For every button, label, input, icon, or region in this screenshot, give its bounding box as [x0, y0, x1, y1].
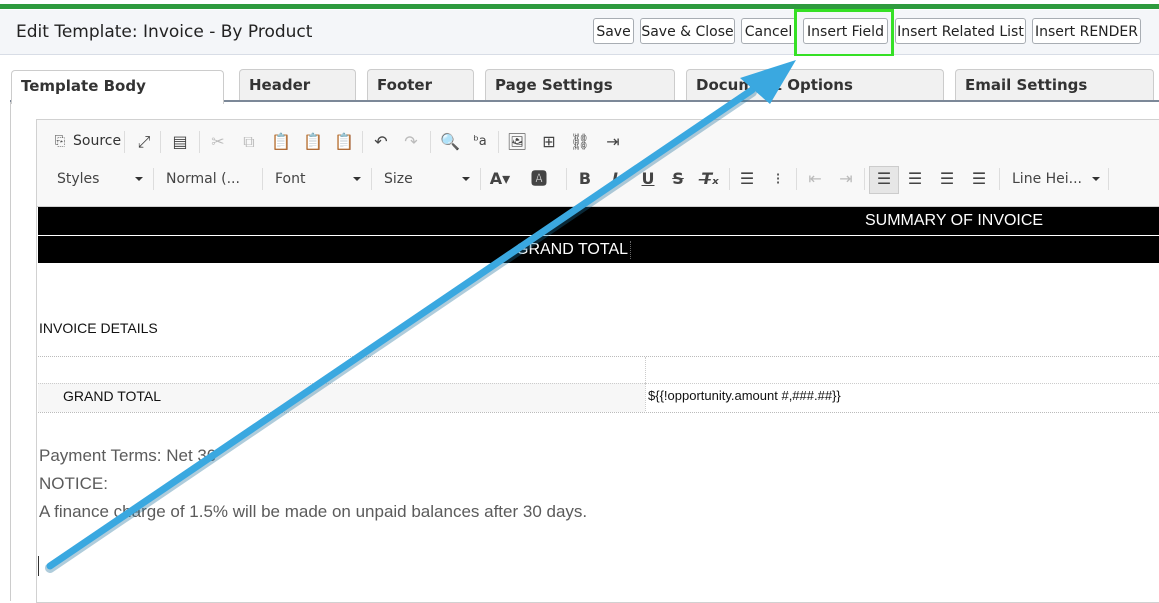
insert-field-highlight	[794, 9, 894, 57]
increase-indent-icon[interactable]: ⇥	[835, 168, 857, 190]
size-dropdown[interactable]: Size	[384, 168, 470, 190]
cut-icon[interactable]: ✂	[207, 131, 229, 153]
invoice-details-label: INVOICE DETAILS	[39, 320, 158, 336]
top-accent-bar	[0, 0, 1159, 10]
page-title: Edit Template: Invoice - By Product	[16, 22, 313, 42]
tab-page-settings[interactable]: Page Settings	[485, 69, 675, 101]
editor-toolbar	[37, 120, 1159, 207]
align-right-icon[interactable]: ☰	[936, 168, 958, 190]
maximize-icon[interactable]: ⤢	[133, 131, 155, 153]
source-icon: ⎘	[54, 134, 66, 149]
paste-word-icon[interactable]: 📋	[333, 131, 355, 153]
tab-document-options[interactable]: Document Options	[686, 69, 944, 101]
summary-banner: SUMMARY OF INVOICE	[38, 207, 1159, 235]
text-color-icon[interactable]: A▾	[489, 168, 511, 190]
tab-template-body[interactable]: Template Body	[11, 70, 224, 104]
underline-icon[interactable]: U	[637, 168, 659, 190]
link-icon[interactable]: ⛓	[569, 131, 591, 153]
numbered-list-icon[interactable]: ☰	[736, 168, 758, 190]
tab-header[interactable]: Header	[239, 69, 356, 101]
remove-format-icon[interactable]: T̶ₓ	[699, 168, 721, 190]
grand-total-row-value: ${{!opportunity.amount #,###.##}}	[648, 388, 841, 403]
finance-charge-text: A finance charge of 1.5% will be made on…	[39, 502, 588, 521]
paste-text-icon[interactable]: 📋	[302, 131, 324, 153]
save-close-button[interactable]: Save & Close	[640, 18, 735, 44]
font-dropdown[interactable]: Font	[275, 168, 361, 190]
payment-terms-text: Payment Terms: Net 30	[39, 446, 217, 465]
table-icon[interactable]: ⊞	[538, 131, 560, 153]
summary-heading: SUMMARY OF INVOICE	[865, 212, 1044, 229]
align-left-icon[interactable]: ☰	[873, 168, 895, 190]
notice-text: NOTICE:	[39, 474, 108, 493]
background-color-icon[interactable]: 🅰	[528, 168, 550, 190]
tab-footer[interactable]: Footer	[367, 69, 474, 101]
line-items-table	[38, 356, 1159, 413]
undo-icon[interactable]: ↶	[370, 131, 392, 153]
redo-icon[interactable]: ↷	[400, 131, 422, 153]
bold-icon[interactable]: B	[574, 168, 596, 190]
find-icon[interactable]: 🔍	[439, 131, 461, 153]
italic-icon[interactable]: I	[604, 168, 626, 190]
insert-related-list-button[interactable]: Insert Related List	[895, 18, 1026, 44]
tab-bar: Template Body Header Footer Page Setting…	[0, 56, 1159, 104]
align-center-icon[interactable]: ☰	[904, 168, 926, 190]
save-button[interactable]: Save	[593, 18, 634, 44]
image-icon[interactable]: 🖼	[506, 131, 528, 153]
cancel-button[interactable]: Cancel	[741, 18, 796, 44]
insert-render-button[interactable]: Insert RENDER	[1032, 18, 1141, 44]
format-dropdown[interactable]: Normal (...	[166, 168, 252, 190]
tab-email-settings[interactable]: Email Settings	[955, 69, 1154, 101]
grand-total-banner: GRAND TOTAL	[38, 236, 1159, 263]
decrease-indent-icon[interactable]: ⇤	[804, 168, 826, 190]
grand-total-header: GRAND TOTAL	[516, 241, 632, 259]
strikethrough-icon[interactable]: S	[667, 168, 689, 190]
justify-icon[interactable]: ☰	[968, 168, 990, 190]
show-blocks-icon[interactable]: ▤	[169, 131, 191, 153]
line-height-dropdown[interactable]: Line Hei...	[1012, 168, 1100, 190]
copy-icon[interactable]: ⧉	[238, 131, 260, 153]
bulleted-list-icon[interactable]: ⁝	[767, 168, 789, 190]
page-break-icon[interactable]: ⇥	[602, 131, 624, 153]
replace-icon[interactable]: ᵇa	[469, 131, 491, 153]
paste-icon[interactable]: 📋	[270, 131, 292, 153]
text-cursor	[38, 556, 39, 576]
styles-dropdown[interactable]: Styles	[57, 168, 143, 190]
source-button[interactable]: Source	[73, 133, 121, 149]
grand-total-row-label: GRAND TOTAL	[63, 388, 162, 404]
